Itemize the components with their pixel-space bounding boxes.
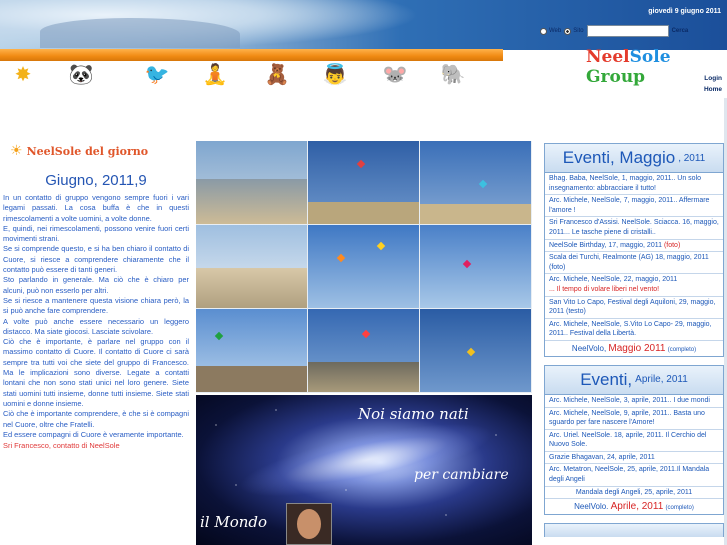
article-paragraph: Ed essere compagni di Cuore è veramente … xyxy=(3,429,184,439)
event-link[interactable]: Mandala degli Angeli, 25, aprile, 2011 xyxy=(545,487,723,500)
photo-crowd-kites[interactable] xyxy=(196,309,307,392)
article-paragraph: A volte può anche essere necessario un l… xyxy=(3,316,189,336)
meditation-icon[interactable]: 🧘 xyxy=(200,58,230,90)
event-link[interactable]: Arc. Metatron, NeelSole, 25, aprile, 201… xyxy=(545,464,723,487)
daily-message-column: ☀ NeelSole del giorno Giugno, 2011,9 In … xyxy=(2,140,190,545)
event-link[interactable]: Arc. Uriel. NeelSole. 18, aprile, 2011. … xyxy=(545,430,723,452)
mountain-silhouette xyxy=(40,18,240,48)
banner-line-3: il Mondo xyxy=(200,513,268,531)
search-button[interactable]: Cerca xyxy=(672,28,689,34)
article-paragraph: Ciò che è importante comprendere, è che … xyxy=(3,409,189,429)
event-link[interactable]: Grazie Bhagavan, 24, aprile, 2011 xyxy=(545,452,723,465)
events-april-box: Eventi, Aprile, 2011 Arc. Michele, NeelSo… xyxy=(544,364,724,516)
current-date: giovedì 9 giugno 2011 xyxy=(648,8,721,15)
article-paragraph: E, quindi, nei rimescolamenti, possono v… xyxy=(3,223,189,244)
event-link[interactable]: Sri Francesco d'Assisi. NeelSole. Sciacc… xyxy=(545,217,723,240)
article-paragraph: Se si riesce a mantenere questa visione … xyxy=(3,295,189,316)
article-paragraph: Sto parlando in generale. Ma ciò che è c… xyxy=(3,275,189,295)
home-link[interactable]: Home xyxy=(704,84,722,95)
photo-mountain-kite[interactable] xyxy=(308,309,419,392)
event-link[interactable]: Arc. Michele, NeelSole, S.Vito Lo Capo- … xyxy=(545,319,723,341)
bird-icon[interactable]: 🐦 xyxy=(142,58,172,90)
top-nav: Login Home xyxy=(704,73,722,95)
photo-kites-sky-2[interactable] xyxy=(308,225,419,308)
mouse-icon[interactable]: 🐭 xyxy=(380,58,410,90)
photo-beach-1[interactable] xyxy=(196,141,307,224)
radio-site[interactable]: Sito xyxy=(564,27,584,35)
events-next-box xyxy=(544,523,724,538)
event-link[interactable]: Arc. Michele, NeelSole, 3, aprile, 2011.… xyxy=(545,395,723,408)
photo-kites-sky-3[interactable] xyxy=(420,225,531,308)
elephant-icon[interactable]: 🐘 xyxy=(438,58,468,90)
login-link[interactable]: Login xyxy=(704,73,722,84)
cosmic-banner[interactable]: Noi siamo nati per cambiare il Mondo xyxy=(196,395,532,545)
event-link[interactable]: Scala dei Turchi, Realmonte (AG) 18, mag… xyxy=(545,252,723,275)
portrait-photo xyxy=(286,503,332,545)
radio-web[interactable]: Web xyxy=(540,27,561,35)
events-may-header: Eventi, Maggio, 2011 xyxy=(545,144,723,173)
event-link[interactable]: Arc. Michele, NeelSole, 22, maggio, 2011… xyxy=(545,274,723,297)
daily-article: In un contatto di gruppo vengono sempre … xyxy=(2,193,190,451)
event-link[interactable]: NeelSole Birthday, 17, maggio, 2011 (fot… xyxy=(545,240,723,253)
search-bar: Web Sito Cerca xyxy=(540,22,727,40)
events-column: Eventi, Maggio, 2011 Bhag. Baba, NeelSol… xyxy=(544,143,724,538)
photo-kite-close[interactable] xyxy=(420,309,531,392)
article-signature: Sri Francesco, contatto di NeelSole xyxy=(3,441,120,451)
article-paragraph: In un contatto di gruppo vengono sempre … xyxy=(3,193,189,223)
panda-new-icon[interactable]: 🐼 xyxy=(66,58,96,90)
events-april-header: Eventi, Aprile, 2011 xyxy=(545,365,723,395)
angel-icon[interactable]: 👼 xyxy=(320,58,350,90)
search-input[interactable] xyxy=(586,25,669,37)
events-april-footer[interactable]: NeelVolo. Aprile, 2011 (completo) xyxy=(545,499,723,514)
events-may-footer[interactable]: NeelVolo, Maggio 2011 (completo) xyxy=(545,341,723,356)
photo-grid xyxy=(196,141,532,393)
banner-line-1: Noi siamo nati xyxy=(358,405,469,423)
section-title: ☀ NeelSole del giorno xyxy=(10,143,149,159)
article-paragraph: Se si comprende questo, e si ha ben chia… xyxy=(3,244,189,275)
banner-line-2: per cambiare xyxy=(414,467,509,483)
event-link[interactable]: Arc. Michele, NeelSole, 9, aprile, 2011.… xyxy=(545,408,723,430)
photo-stalls[interactable] xyxy=(196,225,307,308)
event-link[interactable]: San Vito Lo Capo, Festival degli Aquilon… xyxy=(545,297,723,319)
month-title: Giugno, 2011,9 xyxy=(45,172,147,189)
photo-kites-sky-1[interactable] xyxy=(308,141,419,224)
teddy-bear-icon[interactable]: 🧸 xyxy=(262,58,292,90)
photo-palms-kites[interactable] xyxy=(420,141,531,224)
event-link[interactable]: Arc. Michele, NeelSole, 7, maggio, 2011.… xyxy=(545,195,723,218)
event-link[interactable]: Bhag. Baba, NeelSole, 1, maggio, 2011.. … xyxy=(545,173,723,196)
sun-icon: ☀ xyxy=(10,143,23,159)
star-icon[interactable]: ✸ xyxy=(8,58,38,90)
article-paragraph: Ciò che è importante, è parlare nel grup… xyxy=(3,337,189,408)
events-may-box: Eventi, Maggio, 2011 Bhag. Baba, NeelSol… xyxy=(544,143,724,357)
